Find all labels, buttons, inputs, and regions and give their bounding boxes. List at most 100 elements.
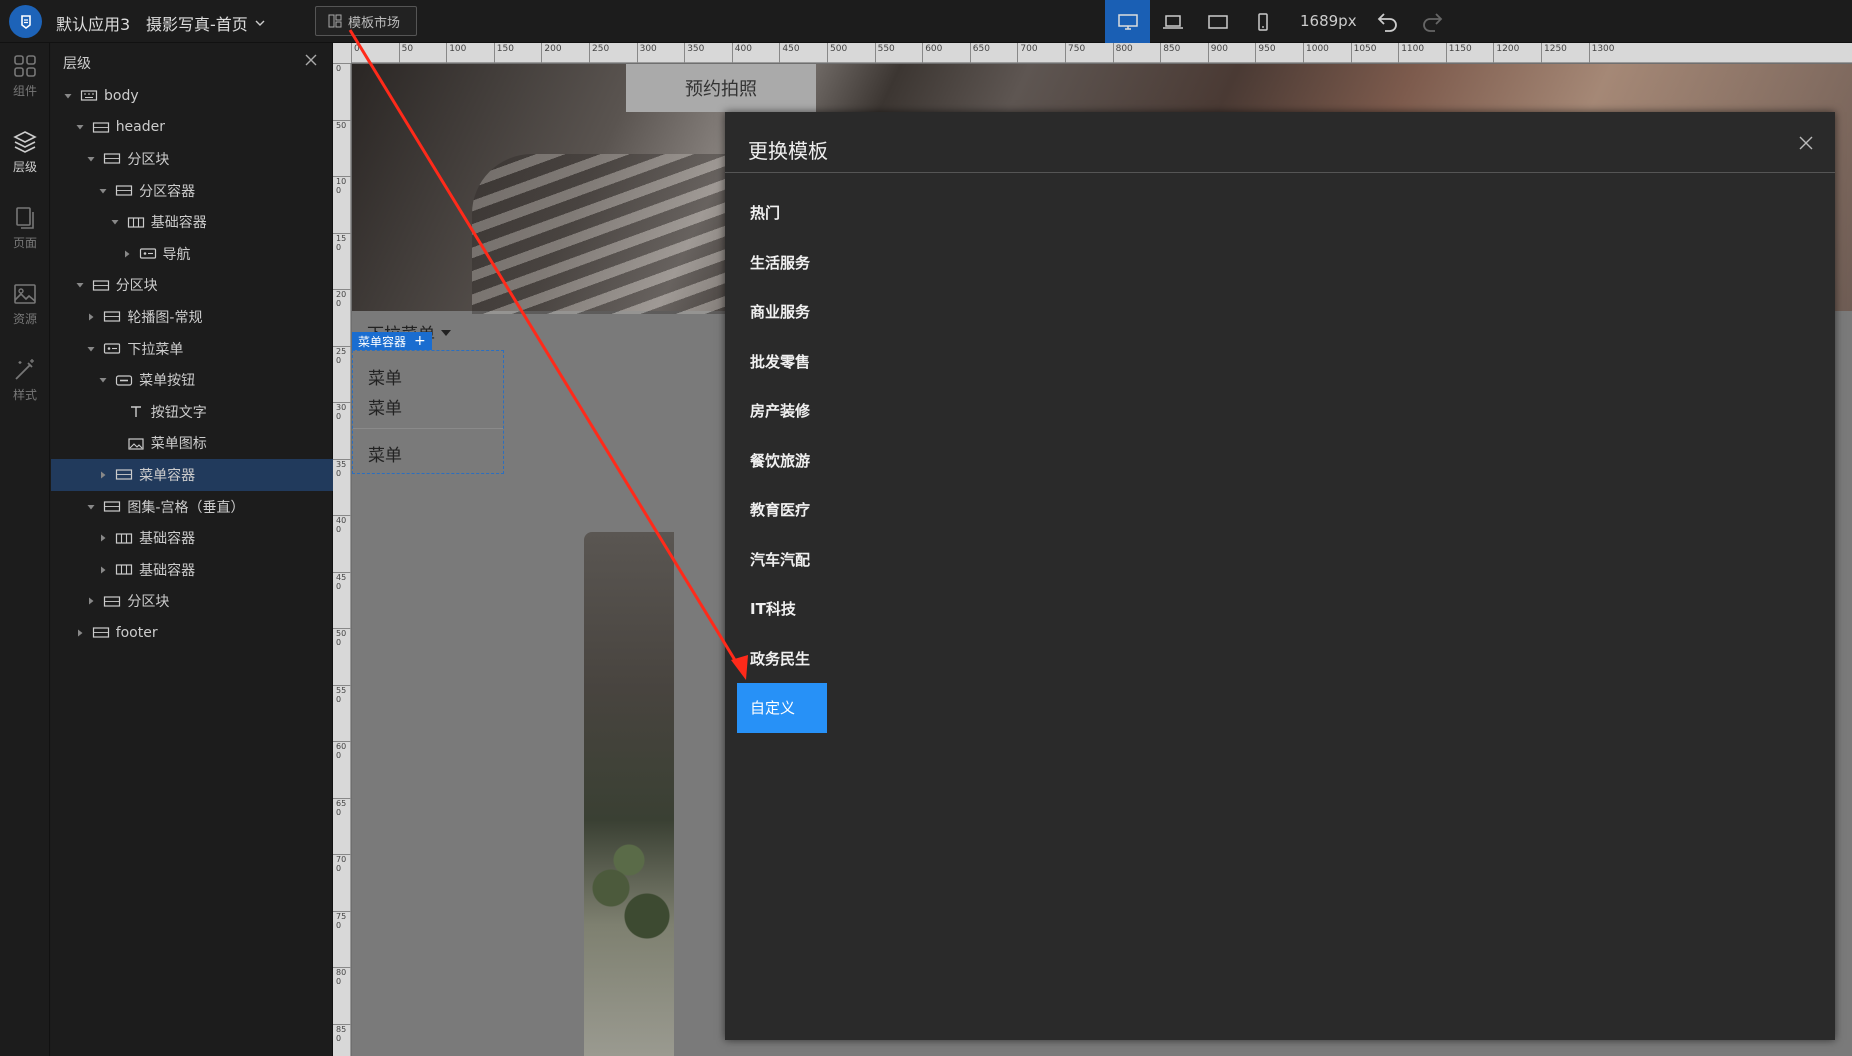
layer-tree-item[interactable]: 下拉菜单 <box>51 333 333 365</box>
image-icon <box>128 438 144 450</box>
layer-tree-item[interactable]: 基础容器 <box>51 554 333 586</box>
rail-item-components[interactable]: 组件 <box>0 53 50 99</box>
layer-tree-item[interactable]: header <box>51 112 333 144</box>
page-name-label: 摄影写真-首页 <box>146 15 248 34</box>
layer-tree-item[interactable]: 分区块 <box>51 270 333 302</box>
layer-tree-label: 轮播图-常规 <box>127 309 203 326</box>
ruler-tick: 500 <box>827 43 847 63</box>
horizontal-ruler[interactable]: 0 50 100 150 200 250 300 350 400 450 500 550 600 650 7… <box>351 43 1852 63</box>
layer-tree-item[interactable]: 菜单图标 <box>51 428 333 460</box>
caret-down-icon[interactable] <box>97 374 109 386</box>
layer-tree-item[interactable]: 轮播图-常规 <box>51 301 333 333</box>
gallery-photo[interactable] <box>584 532 674 1056</box>
rail-item-layers[interactable]: 层级 <box>0 129 50 175</box>
close-icon[interactable] <box>304 53 318 67</box>
caret-right-icon[interactable] <box>97 564 109 576</box>
caret-right-icon[interactable] <box>85 311 97 323</box>
ruler-tick: 750 <box>1065 43 1085 63</box>
layer-tree-item[interactable]: 按钮文字 <box>51 396 333 428</box>
rail-item-styles[interactable]: 样式 <box>0 357 50 403</box>
page-selector[interactable]: 摄影写真-首页 <box>146 11 266 35</box>
layer-tree-item[interactable]: 基础容器 <box>51 522 333 554</box>
layer-tree-item[interactable]: 基础容器 <box>51 206 333 238</box>
caret-down-icon[interactable] <box>85 343 97 355</box>
ruler-tick: 600 <box>333 741 351 791</box>
desktop-view-button[interactable] <box>1105 0 1150 43</box>
close-icon[interactable] <box>1799 136 1813 150</box>
caret-down-icon[interactable] <box>85 153 97 165</box>
ruler-tick: 950 <box>1255 43 1276 63</box>
layer-tree-label: 下拉菜单 <box>127 341 184 358</box>
template-category-item[interactable]: 生活服务 <box>737 238 827 288</box>
plus-icon[interactable]: + <box>414 334 426 348</box>
template-category-item[interactable]: 自定义 <box>737 683 827 733</box>
template-category-item[interactable]: 房产装修 <box>737 386 827 436</box>
template-category-item[interactable]: 批发零售 <box>737 337 827 387</box>
layer-tree-item[interactable]: 分区容器 <box>51 175 333 207</box>
layer-tree-label: 基础容器 <box>150 215 207 232</box>
tablet-landscape-view-button[interactable] <box>1195 0 1240 43</box>
caret-down-icon[interactable] <box>74 279 86 291</box>
layer-tree-item[interactable]: 分区块 <box>51 586 333 618</box>
ruler-tick: 650 <box>333 797 351 848</box>
template-category-item[interactable]: IT科技 <box>737 584 827 634</box>
caret-down-icon[interactable] <box>62 90 74 102</box>
vertical-ruler[interactable]: 0 50 100 150 200 250 300 350 400 450 500 550 600 650 7… <box>333 63 351 1056</box>
caret-right-icon[interactable] <box>121 248 133 260</box>
caret-right-icon[interactable] <box>97 532 109 544</box>
layer-tree-item[interactable]: 导航 <box>51 238 333 270</box>
columns-icon <box>115 533 133 544</box>
ruler-tick: 600 <box>922 43 942 63</box>
caret-down-icon[interactable] <box>109 216 121 228</box>
menu-item[interactable]: 菜单 <box>368 441 402 466</box>
menu-container-tag[interactable]: 菜单容器 + <box>352 332 432 350</box>
layer-tree-item[interactable]: 菜单按钮 <box>51 364 333 396</box>
caret-right-icon[interactable] <box>97 469 109 481</box>
template-category-item[interactable]: 教育医疗 <box>737 485 827 535</box>
rail-item-assets[interactable]: 资源 <box>0 281 50 327</box>
template-category-item[interactable]: 政务民生 <box>737 634 827 684</box>
redo-icon[interactable] <box>1420 10 1444 32</box>
ruler-tick: 650 <box>969 43 990 63</box>
layer-tree-item[interactable]: 图集-宫格（垂直） <box>51 491 333 523</box>
app-name[interactable]: 默认应用3 <box>56 11 130 35</box>
undo-icon[interactable] <box>1376 10 1400 32</box>
ruler-tick: 800 <box>1112 43 1133 63</box>
template-category-item[interactable]: 商业服务 <box>737 287 827 337</box>
layer-tree-label: 图集-宫格（垂直） <box>127 499 245 516</box>
caret-down-icon[interactable] <box>74 121 86 133</box>
menu-item[interactable]: 菜单 <box>368 364 402 389</box>
ruler-tick: 400 <box>333 515 351 565</box>
menu-container[interactable]: 菜单 菜单 菜单 <box>352 350 504 474</box>
ruler-tick: 1200 <box>1493 43 1519 63</box>
layer-tree-item[interactable]: 分区块 <box>51 143 333 175</box>
rail-item-pages[interactable]: 页面 <box>0 205 50 251</box>
caret-right-icon[interactable] <box>85 595 97 607</box>
laptop-view-button[interactable] <box>1150 0 1195 43</box>
caret-down-icon[interactable] <box>97 185 109 197</box>
panel-title: 层级 <box>63 56 91 72</box>
layer-tree-item[interactable]: footer <box>51 617 333 649</box>
layer-tree-label: footer <box>115 624 158 641</box>
mobile-view-button[interactable] <box>1240 0 1285 43</box>
ruler-tick: 400 <box>731 43 752 63</box>
template-market-button[interactable]: 模板市场 <box>315 6 417 36</box>
layer-tree: body header 分区块 分区容器 基础容器 导航 分区块 轮播图-常规 下拉菜单 菜单按钮… <box>51 80 333 649</box>
menu-item[interactable]: 菜单 <box>368 394 402 419</box>
template-category-item[interactable]: 汽车汽配 <box>737 535 827 585</box>
layer-tree-item[interactable]: body <box>51 80 333 112</box>
columns-icon <box>127 217 144 228</box>
caret-right-icon[interactable] <box>74 627 86 639</box>
layer-tree-item[interactable]: 菜单容器 <box>51 459 333 491</box>
template-category-item[interactable]: 餐饮旅游 <box>737 436 827 486</box>
rail-label: 组件 <box>12 84 37 98</box>
canvas-width-readout: 1689px <box>1300 12 1357 30</box>
caret-down-icon[interactable] <box>85 501 97 513</box>
columns-icon <box>115 564 133 575</box>
app-logo-icon[interactable] <box>9 5 42 38</box>
ruler-tick: 550 <box>333 684 351 735</box>
ruler-tick: 850 <box>333 1023 351 1056</box>
template-category-item[interactable]: 热门 <box>737 188 827 238</box>
book-photo-button[interactable]: 预约拍照 <box>626 64 816 112</box>
block-icon <box>115 469 133 481</box>
